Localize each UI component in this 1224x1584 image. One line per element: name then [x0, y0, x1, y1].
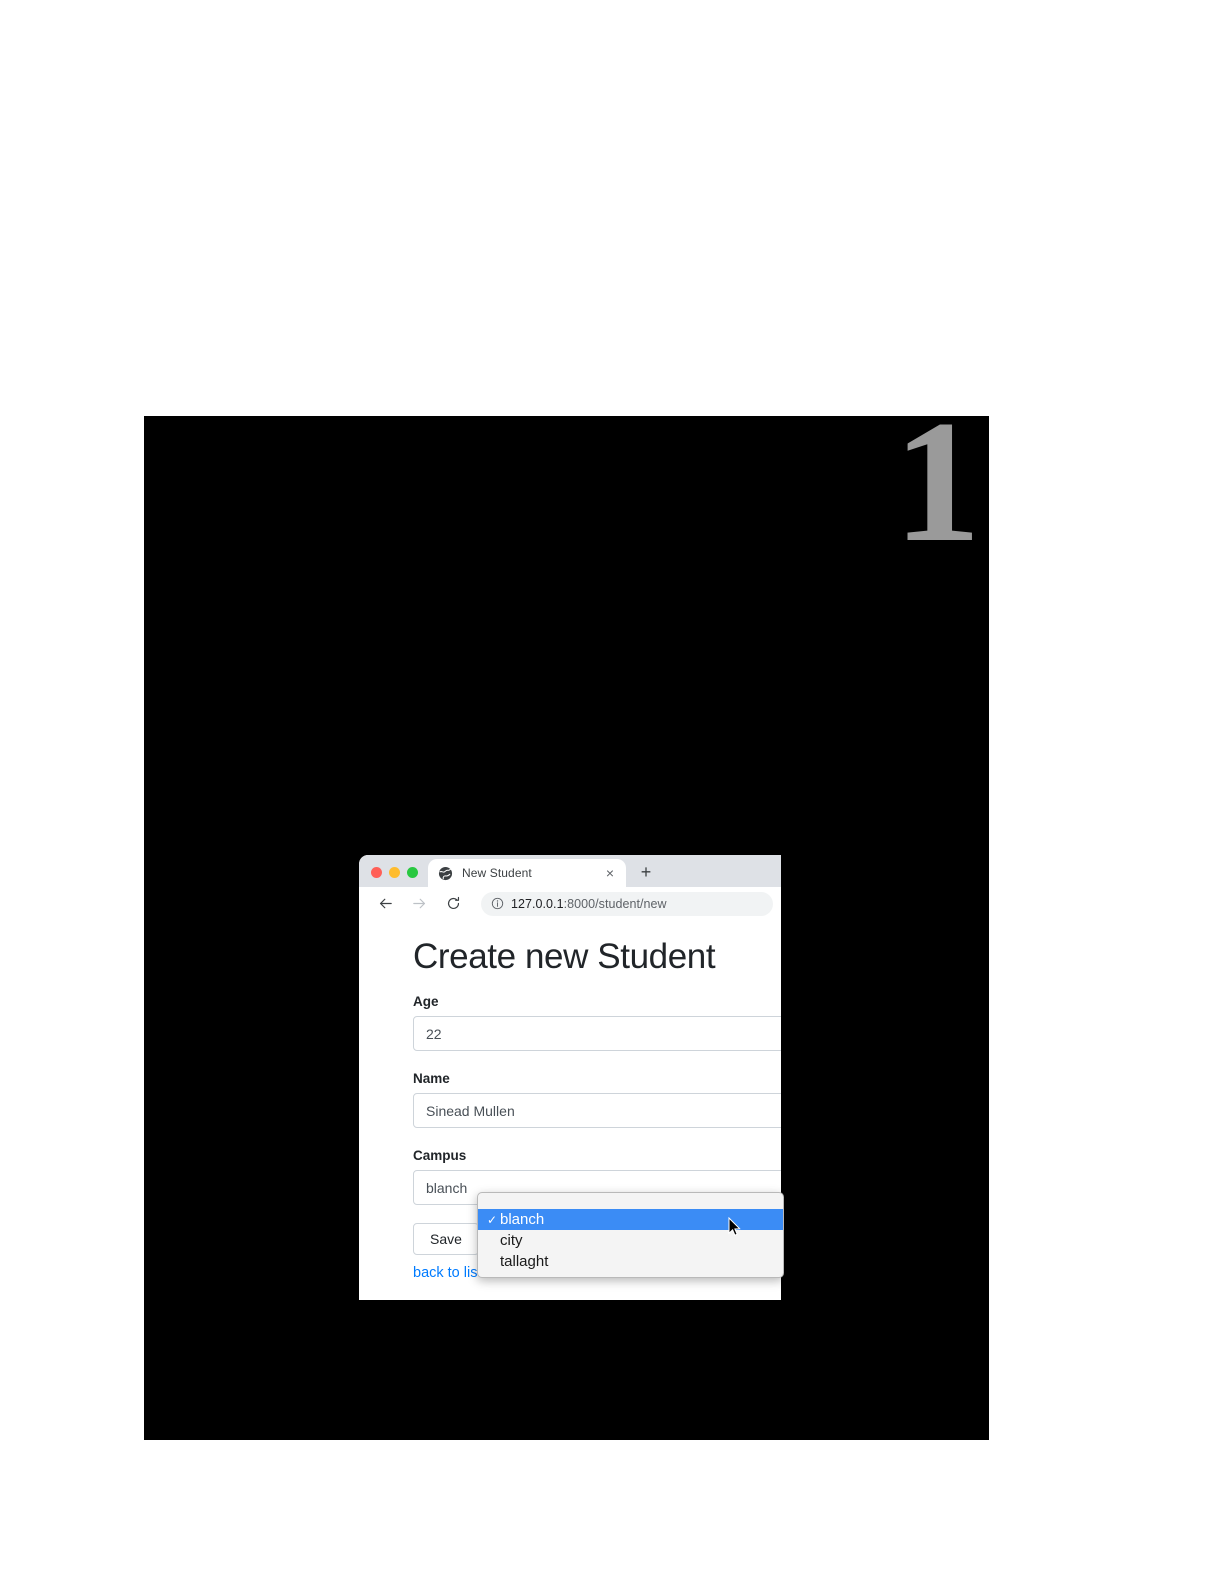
globe-icon — [438, 866, 453, 881]
dropdown-option-label: city — [500, 1232, 523, 1249]
dropdown-option-label: tallaght — [500, 1253, 549, 1270]
name-field-label: Name — [413, 1071, 450, 1086]
forward-arrow-icon[interactable] — [407, 892, 431, 916]
url-path: :8000/student/new — [563, 896, 667, 911]
address-bar[interactable]: 127.0.0.1:8000/student/new — [481, 891, 773, 916]
close-window-button[interactable] — [371, 867, 382, 878]
browser-tab[interactable]: New Student × — [428, 859, 626, 887]
browser-tabstrip: New Student × + — [359, 855, 781, 887]
new-tab-button[interactable]: + — [632, 858, 660, 886]
campus-field-label: Campus — [413, 1148, 467, 1163]
back-arrow-icon[interactable] — [373, 892, 397, 916]
campus-select-dropdown[interactable]: ✓ blanch city tallaght — [477, 1192, 784, 1278]
age-field-label: Age — [413, 994, 439, 1009]
checkmark-icon: ✓ — [486, 1212, 498, 1227]
dropdown-option-blanch[interactable]: ✓ blanch — [478, 1209, 783, 1230]
minimize-window-button[interactable] — [389, 867, 400, 878]
tab-title: New Student — [462, 866, 532, 880]
reload-icon[interactable] — [441, 892, 465, 916]
window-traffic-lights — [359, 867, 428, 887]
zoom-window-button[interactable] — [407, 867, 418, 878]
name-input[interactable]: Sinead Mullen — [413, 1093, 781, 1128]
dropdown-option-tallaght[interactable]: tallaght — [478, 1251, 783, 1272]
page-title: Create new Student — [413, 937, 716, 976]
save-button[interactable]: Save — [413, 1223, 479, 1255]
dropdown-option-city[interactable]: city — [478, 1230, 783, 1251]
url-host: 127.0.0.1 — [511, 896, 564, 911]
address-bar-url: 127.0.0.1:8000/student/new — [511, 897, 667, 911]
browser-toolbar: 127.0.0.1:8000/student/new — [359, 887, 781, 921]
info-circle-icon[interactable] — [491, 897, 504, 910]
dropdown-option-label: blanch — [500, 1211, 545, 1228]
slide-number: 1 — [893, 416, 981, 578]
age-input[interactable]: 22 — [413, 1016, 781, 1051]
close-tab-button[interactable]: × — [602, 865, 618, 881]
